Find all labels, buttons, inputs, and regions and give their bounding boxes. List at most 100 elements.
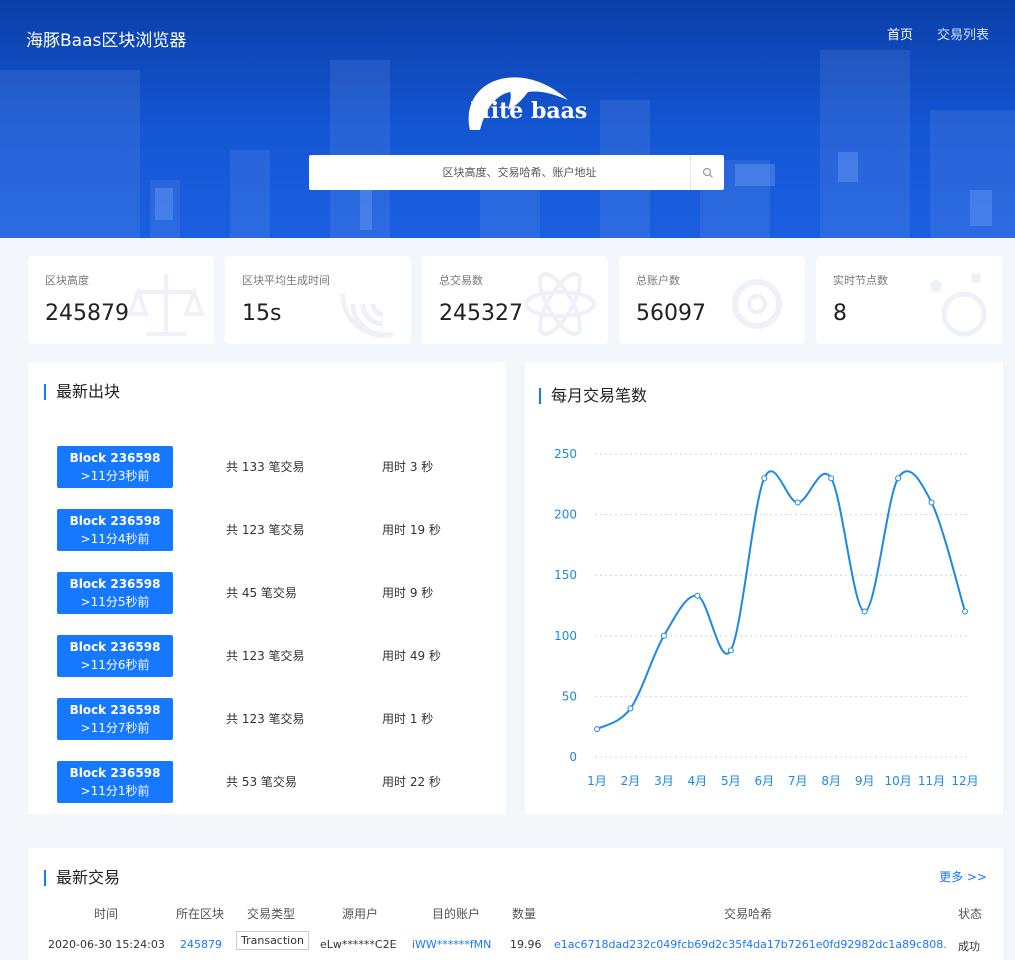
block-age: >11分7秒前 bbox=[80, 721, 150, 735]
block-age: >11分5秒前 bbox=[80, 595, 150, 609]
skyline-decoration bbox=[230, 150, 270, 238]
data-point[interactable] bbox=[828, 475, 835, 482]
block-tx-count: 共 123 笔交易 bbox=[226, 523, 305, 537]
y-tick-label: 250 bbox=[554, 447, 577, 461]
nodes-icon bbox=[930, 273, 987, 337]
tx-block-link[interactable]: 245879 bbox=[180, 938, 222, 951]
stat-value: 56097 bbox=[636, 301, 706, 326]
x-tick-label: 1月 bbox=[587, 774, 607, 788]
block-number: Block 236598 bbox=[69, 514, 161, 528]
skyline-decoration bbox=[0, 70, 140, 238]
gear-icon bbox=[732, 279, 782, 329]
x-tick-label: 3月 bbox=[654, 774, 674, 788]
data-point[interactable] bbox=[895, 475, 902, 482]
tx-type-badge: Transaction bbox=[236, 931, 309, 950]
block-tx-count: 共 123 笔交易 bbox=[226, 649, 305, 663]
block-duration: 用时 22 秒 bbox=[382, 775, 441, 789]
window-decoration bbox=[155, 188, 173, 220]
block-row: Block 236598 >11分5秒前 共 45 笔交易 用时 9 秒 bbox=[28, 572, 468, 614]
column-header: 时间 bbox=[94, 907, 119, 921]
stat-card-live-nodes: 实时节点数 8 bbox=[816, 256, 1002, 344]
column-header: 目的账户 bbox=[432, 907, 481, 921]
block-age: >11分3秒前 bbox=[80, 469, 150, 483]
tx-to[interactable]: iWW******fMN bbox=[412, 938, 491, 951]
search-bar bbox=[309, 155, 724, 190]
stat-label: 总交易数 bbox=[439, 274, 483, 287]
column-header: 所在区块 bbox=[176, 907, 225, 921]
block-badge[interactable]: Block 236598 >11分4秒前 bbox=[57, 509, 173, 551]
y-tick-label: 0 bbox=[569, 750, 577, 764]
y-tick-label: 200 bbox=[554, 508, 577, 522]
block-row: Block 236598 >11分6秒前 共 123 笔交易 用时 49 秒 bbox=[28, 635, 468, 677]
y-tick-label: 150 bbox=[554, 568, 577, 582]
block-badge[interactable]: Block 236598 >11分1秒前 bbox=[57, 761, 173, 803]
block-number: Block 236598 bbox=[69, 451, 161, 465]
block-badge[interactable]: Block 236598 >11分7秒前 bbox=[57, 698, 173, 740]
x-tick-label: 11月 bbox=[918, 774, 945, 788]
block-row: Block 236598 >11分7秒前 共 123 笔交易 用时 1 秒 bbox=[28, 698, 468, 740]
window-decoration bbox=[735, 164, 775, 186]
block-age: >11分4秒前 bbox=[80, 532, 150, 546]
panel-title: 最新交易 bbox=[44, 870, 120, 886]
monthly-tx-chart: 0 50 100 150 200 250 1月 2月 3月 4月 5月 6月 7月 8月 9月 10月 11月 1… bbox=[554, 447, 979, 788]
column-header: 源用户 bbox=[342, 907, 379, 921]
monthly-tx-panel: 每月交易笔数 0 50 100 150 200 250 1月 2月 3月 4月 5月 6月 7月 8月 9月… bbox=[525, 362, 1003, 814]
column-header: 数量 bbox=[512, 907, 537, 921]
atom-icon bbox=[524, 271, 596, 337]
block-badge[interactable]: Block 236598 >11分5秒前 bbox=[57, 572, 173, 614]
scale-icon bbox=[127, 274, 205, 336]
site-title: 海豚Baas区块浏览器 bbox=[26, 31, 187, 51]
skyline-decoration bbox=[820, 50, 910, 238]
tx-hash[interactable]: e1ac6718dad232c049fcb69d2c35f4da17b7261e… bbox=[554, 938, 946, 951]
data-point[interactable] bbox=[694, 592, 701, 599]
stat-label: 总账户数 bbox=[636, 274, 680, 287]
data-point[interactable] bbox=[660, 632, 667, 639]
block-number: Block 236598 bbox=[69, 766, 161, 780]
latest-blocks-panel: 最新出块 Block 236598 >11分3秒前 共 133 笔交易 用时 3… bbox=[28, 362, 506, 814]
hero-banner: 海豚Baas区块浏览器 首页 交易列表 Hite baas bbox=[0, 0, 1015, 238]
block-badge[interactable]: Block 236598 >11分3秒前 bbox=[57, 446, 173, 488]
data-point[interactable] bbox=[594, 726, 600, 733]
x-tick-label: 8月 bbox=[821, 774, 841, 788]
block-duration: 用时 49 秒 bbox=[382, 649, 441, 663]
search-button[interactable] bbox=[690, 155, 724, 190]
more-link[interactable]: 更多 >> bbox=[939, 868, 987, 885]
nav-home[interactable]: 首页 bbox=[887, 24, 913, 43]
data-point[interactable] bbox=[727, 647, 734, 654]
column-header: 交易类型 bbox=[247, 907, 296, 921]
y-tick-label: 50 bbox=[562, 689, 577, 703]
tx-from[interactable]: eLw******C2E bbox=[320, 938, 397, 951]
data-point[interactable] bbox=[761, 475, 768, 482]
block-tx-count: 共 123 笔交易 bbox=[226, 712, 305, 726]
block-number: Block 236598 bbox=[69, 703, 161, 717]
x-tick-label: 9月 bbox=[855, 774, 875, 788]
stat-value: 245327 bbox=[439, 301, 523, 326]
stat-card-total-tx: 总交易数 245327 bbox=[422, 256, 608, 344]
tx-amount: 19.96 bbox=[510, 938, 542, 951]
block-age: >11分6秒前 bbox=[80, 658, 150, 672]
block-tx-count: 共 133 笔交易 bbox=[226, 460, 305, 474]
stat-card-avg-block-time: 区块平均生成时间 15s bbox=[225, 256, 411, 344]
data-point[interactable] bbox=[928, 499, 935, 506]
tx-time: 2020-06-30 15:24:03 bbox=[48, 938, 165, 951]
block-row: Block 236598 >11分4秒前 共 123 笔交易 用时 19 秒 bbox=[28, 509, 468, 551]
logo-text: Hite baas bbox=[470, 98, 588, 124]
window-decoration bbox=[970, 190, 992, 226]
block-number: Block 236598 bbox=[69, 577, 161, 591]
stat-label: 区块高度 bbox=[45, 274, 89, 287]
data-point[interactable] bbox=[861, 608, 868, 615]
stat-value: 15s bbox=[242, 301, 282, 326]
x-tick-label: 2月 bbox=[621, 774, 641, 788]
nav-transactions[interactable]: 交易列表 bbox=[937, 24, 989, 43]
data-point[interactable] bbox=[794, 499, 801, 506]
window-decoration bbox=[360, 190, 372, 230]
stat-value: 245879 bbox=[45, 301, 129, 326]
block-duration: 用时 1 秒 bbox=[382, 712, 434, 726]
block-badge[interactable]: Block 236598 >11分6秒前 bbox=[57, 635, 173, 677]
tx-type: Transaction bbox=[236, 931, 309, 950]
data-point[interactable] bbox=[962, 608, 968, 615]
y-tick-label: 100 bbox=[554, 629, 577, 643]
block-tx-count: 共 45 笔交易 bbox=[226, 586, 297, 600]
data-point[interactable] bbox=[627, 705, 634, 712]
search-input[interactable] bbox=[309, 155, 690, 190]
